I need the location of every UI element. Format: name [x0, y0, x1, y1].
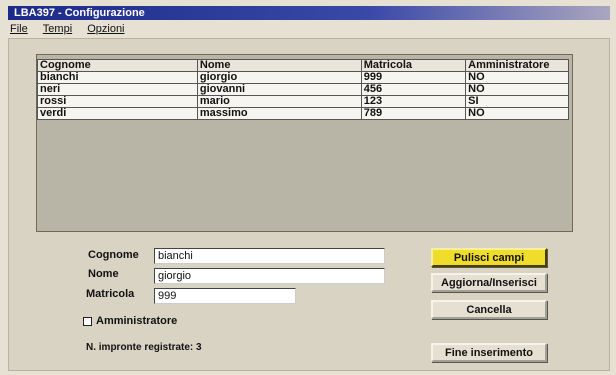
update-insert-button[interactable]: Aggiorna/Inserisci: [431, 273, 547, 292]
cell-amministratore[interactable]: NO: [465, 107, 569, 120]
nome-field[interactable]: giorgio: [154, 268, 385, 284]
menu-opzioni[interactable]: Opzioni: [87, 23, 124, 35]
column-header-amministratore[interactable]: Amministratore: [465, 59, 569, 72]
cell-matricola[interactable]: 123: [360, 95, 467, 108]
users-grid[interactable]: Cognome Nome Matricola Amministratore bi…: [36, 54, 573, 232]
cell-cognome[interactable]: rossi: [37, 95, 198, 108]
nome-label: Nome: [88, 268, 119, 280]
cell-nome[interactable]: giovanni: [196, 83, 362, 96]
finish-button[interactable]: Fine inserimento: [431, 343, 547, 362]
matricola-label: Matricola: [86, 288, 135, 300]
cell-nome[interactable]: massimo: [196, 107, 362, 120]
cell-amministratore[interactable]: NO: [465, 83, 569, 96]
cognome-field[interactable]: bianchi: [154, 248, 385, 264]
menu-bar: File Tempi Opzioni: [8, 22, 610, 36]
column-header-matricola[interactable]: Matricola: [360, 59, 467, 72]
column-header-cognome[interactable]: Cognome: [37, 59, 198, 72]
cognome-label: Cognome: [88, 249, 139, 261]
users-table: Cognome Nome Matricola Amministratore bi…: [37, 59, 569, 120]
menu-file[interactable]: File: [10, 23, 28, 35]
admin-checkbox-label: Amministratore: [96, 315, 178, 327]
menu-tempi[interactable]: Tempi: [43, 23, 72, 35]
cell-amministratore[interactable]: SI: [465, 95, 569, 108]
column-header-nome[interactable]: Nome: [196, 59, 362, 72]
table-row[interactable]: bianchi giorgio 999 NO: [37, 71, 569, 84]
matricola-field[interactable]: 999: [154, 288, 296, 304]
cell-matricola[interactable]: 789: [360, 107, 467, 120]
impronte-count: N. impronte registrate: 3: [86, 342, 202, 353]
table-row[interactable]: verdi massimo 789 NO: [37, 107, 569, 120]
cell-cognome[interactable]: verdi: [37, 107, 198, 120]
cell-cognome[interactable]: neri: [37, 83, 198, 96]
admin-checkbox[interactable]: [83, 317, 92, 326]
window-title: LBA397 - Configurazione: [8, 6, 610, 20]
cell-matricola[interactable]: 999: [360, 71, 467, 84]
cell-nome[interactable]: mario: [196, 95, 362, 108]
cell-amministratore[interactable]: NO: [465, 71, 569, 84]
table-header-row: Cognome Nome Matricola Amministratore: [37, 59, 569, 72]
table-row[interactable]: rossi mario 123 SI: [37, 95, 569, 108]
delete-button[interactable]: Cancella: [431, 300, 547, 319]
clear-fields-button[interactable]: Pulisci campi: [431, 248, 547, 267]
cell-matricola[interactable]: 456: [360, 83, 467, 96]
cell-cognome[interactable]: bianchi: [37, 71, 198, 84]
cell-nome[interactable]: giorgio: [196, 71, 362, 84]
table-row[interactable]: neri giovanni 456 NO: [37, 83, 569, 96]
